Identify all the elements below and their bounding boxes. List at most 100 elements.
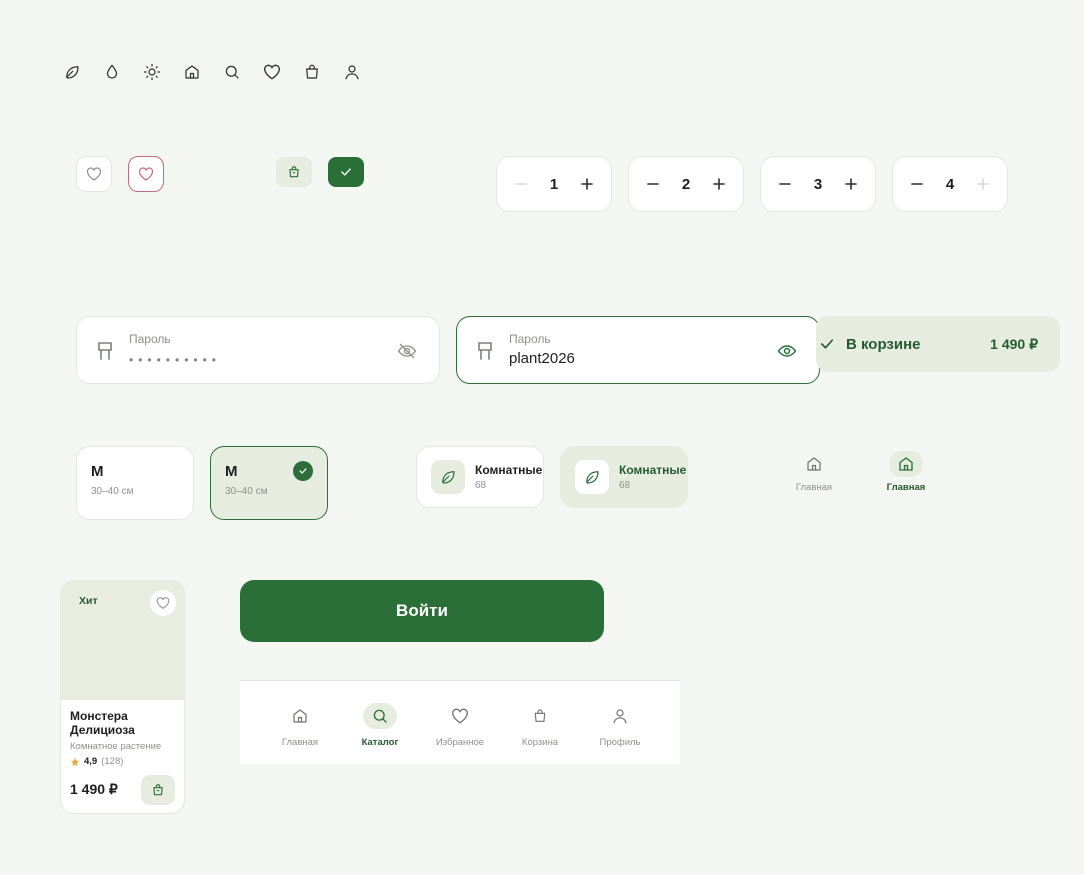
- tab-profile[interactable]: Профиль: [585, 703, 655, 748]
- leaf-icon: [431, 460, 465, 494]
- quantity-stepper[interactable]: 1: [496, 156, 612, 212]
- plus-button[interactable]: [841, 174, 861, 194]
- password-field[interactable]: Пароль ••••••••••: [76, 316, 440, 384]
- sun-icon: [142, 62, 162, 82]
- product-subtitle: Комнатное растение: [70, 741, 162, 752]
- nav-label: Главная: [795, 482, 833, 493]
- search-icon: [222, 62, 242, 82]
- quantity-stepper[interactable]: 2: [628, 156, 744, 212]
- heart-icon: [138, 167, 154, 181]
- quantity-value: 2: [681, 175, 691, 193]
- search-icon: [363, 703, 397, 729]
- tab-favorites[interactable]: Избранное: [425, 703, 495, 748]
- nav-item-home[interactable]: Главная: [784, 451, 844, 493]
- quantity-value: 4: [945, 175, 955, 193]
- product-card[interactable]: Хит Монстера Делициоза Комнатное растени…: [60, 580, 185, 814]
- heart-icon: [156, 597, 170, 609]
- user-icon: [603, 703, 637, 729]
- password-value: ••••••••••: [129, 353, 222, 367]
- category-chip-selected[interactable]: Комнатные 68: [560, 446, 688, 508]
- quantity-stepper[interactable]: 4: [892, 156, 1008, 212]
- eye-off-icon[interactable]: [397, 341, 417, 361]
- minus-button[interactable]: [775, 174, 795, 194]
- leaf-icon: [575, 460, 609, 494]
- bag-icon: [153, 784, 163, 796]
- product-rating: 4,9 (128): [70, 756, 123, 767]
- size-label: M: [91, 463, 104, 480]
- plus-button[interactable]: [973, 174, 993, 194]
- bag-icon: [302, 62, 322, 82]
- bottom-tab-bar: Главная Каталог Избранное Корзина Профил…: [240, 680, 680, 764]
- minus-icon: [779, 183, 791, 185]
- plus-icon: [581, 178, 593, 190]
- add-to-cart-button[interactable]: [276, 157, 312, 187]
- size-option[interactable]: M 30–40 см: [76, 446, 194, 520]
- category-name: Комнатные: [475, 463, 543, 477]
- favorite-button[interactable]: [150, 590, 176, 616]
- check-icon: [293, 461, 313, 481]
- password-label: Пароль: [509, 332, 551, 346]
- in-cart-label: В корзине: [846, 335, 921, 353]
- star-icon: [70, 757, 80, 766]
- password-field-focused[interactable]: Пароль plant2026: [456, 316, 820, 384]
- minus-icon: [515, 183, 527, 185]
- drop-icon: [102, 62, 122, 82]
- minus-button[interactable]: [907, 174, 927, 194]
- in-cart-price: 1 490 ₽: [990, 335, 1038, 352]
- nav-item-home-active[interactable]: Главная: [876, 451, 936, 493]
- tab-label: Каталог: [361, 737, 399, 748]
- tab-home[interactable]: Главная: [265, 703, 335, 748]
- check-icon: [341, 168, 351, 176]
- plus-icon: [977, 178, 989, 190]
- leaf-icon: [62, 62, 82, 82]
- home-icon: [797, 451, 831, 477]
- plus-icon: [845, 178, 857, 190]
- home-icon: [889, 451, 923, 477]
- product-image: Хит: [61, 581, 184, 700]
- bag-icon: [523, 703, 557, 729]
- favorite-button-active[interactable]: [128, 156, 164, 192]
- product-price: 1 490 ₽: [70, 781, 118, 797]
- heart-icon: [443, 703, 477, 729]
- size-desc: 30–40 см: [225, 486, 268, 497]
- plus-button[interactable]: [709, 174, 729, 194]
- in-cart-pill[interactable]: В корзине 1 490 ₽: [816, 316, 1060, 372]
- hit-badge: Хит: [79, 595, 98, 607]
- minus-icon: [911, 183, 923, 185]
- home-icon: [283, 703, 317, 729]
- plus-button[interactable]: [577, 174, 597, 194]
- minus-button[interactable]: [643, 174, 663, 194]
- tab-label: Корзина: [521, 737, 559, 748]
- user-icon: [342, 62, 362, 82]
- favorite-button[interactable]: [76, 156, 112, 192]
- minus-icon: [647, 183, 659, 185]
- category-chip[interactable]: Комнатные 68: [416, 446, 544, 508]
- category-name: Комнатные: [619, 463, 687, 477]
- icon-row: [62, 62, 362, 82]
- quantity-value: 3: [813, 175, 823, 193]
- tab-label: Избранное: [435, 737, 485, 748]
- lock-icon: [475, 340, 495, 362]
- add-to-cart-button[interactable]: [141, 775, 175, 805]
- product-name: Монстера Делициоза: [70, 709, 135, 737]
- plus-icon: [713, 178, 725, 190]
- review-count: (128): [101, 756, 124, 767]
- bag-icon: [289, 166, 299, 178]
- added-check-button[interactable]: [328, 157, 364, 187]
- home-icon: [182, 62, 202, 82]
- tab-label: Главная: [281, 737, 319, 748]
- heart-icon: [86, 167, 102, 181]
- size-option-selected[interactable]: M 30–40 см: [210, 446, 328, 520]
- quantity-value: 1: [549, 175, 559, 193]
- eye-icon[interactable]: [777, 341, 797, 361]
- password-label: Пароль: [129, 332, 171, 346]
- tab-catalog[interactable]: Каталог: [345, 703, 415, 748]
- tab-label: Профиль: [599, 737, 641, 748]
- minus-button[interactable]: [511, 174, 531, 194]
- quantity-stepper[interactable]: 3: [760, 156, 876, 212]
- login-button[interactable]: Войти: [240, 580, 604, 642]
- heart-icon: [262, 62, 282, 82]
- size-desc: 30–40 см: [91, 486, 134, 497]
- tab-cart[interactable]: Корзина: [505, 703, 575, 748]
- lock-icon: [95, 340, 115, 362]
